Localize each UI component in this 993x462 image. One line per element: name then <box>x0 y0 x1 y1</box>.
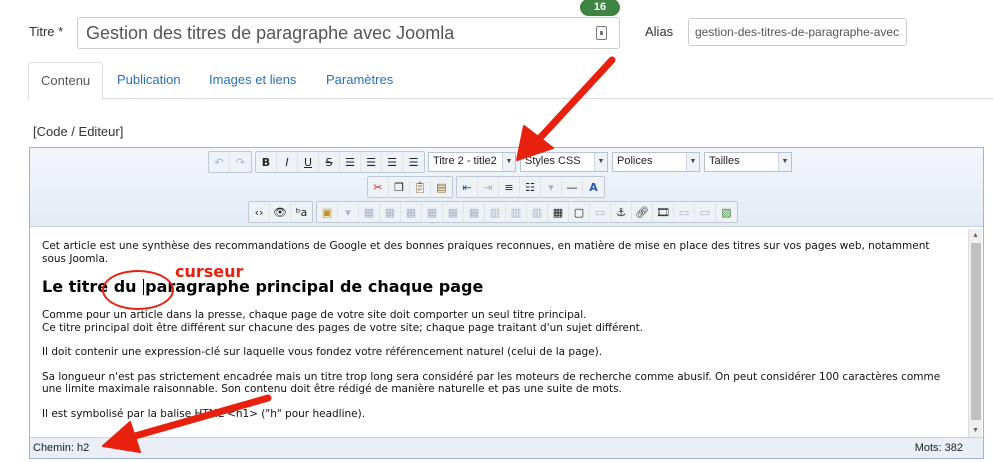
format-select-value: Titre 2 - title2 <box>433 155 497 167</box>
cursor-highlight-circle <box>102 270 174 310</box>
delete-row-icon[interactable]: ▦ <box>464 202 485 222</box>
split-cells-icon[interactable]: ▭ <box>590 202 611 222</box>
scroll-down-icon[interactable]: ▼ <box>972 427 979 434</box>
indent-icon[interactable]: ⇥ <box>478 177 499 197</box>
insert-row-before-icon[interactable]: ▦ <box>422 202 443 222</box>
scroll-up-icon[interactable]: ▲ <box>972 232 979 239</box>
paragraph-1: Comme pour un article dans la presse, ch… <box>42 309 955 334</box>
align-left-icon[interactable]: ☰ <box>340 152 361 172</box>
tab-images-liens[interactable]: Images et liens <box>197 62 308 99</box>
remove-format-icon[interactable]: A <box>583 177 604 197</box>
paste-text-icon[interactable]: ▤ <box>431 177 452 197</box>
title-label: Titre * <box>29 24 64 39</box>
editor-content[interactable]: Cet article est une synthèse des recomma… <box>30 228 967 437</box>
cut-icon[interactable]: ✂ <box>368 177 389 197</box>
link-icon[interactable]: 🔗︎ <box>632 202 653 222</box>
horizontal-rule-icon[interactable]: — <box>562 177 583 197</box>
style-props-icon[interactable]: ▣ <box>317 202 338 222</box>
delete-table-icon[interactable]: ▦ <box>359 202 380 222</box>
article-edit-page: Titre * Gestion des titres de paragraphe… <box>0 0 993 462</box>
heading-h2: Le titre du paragraphe principal de chaq… <box>42 279 955 295</box>
paragraph-4: Il est symbolisé par la balise HTML <h1>… <box>42 407 366 420</box>
styles-select-value: Styles CSS <box>525 155 581 167</box>
chevron-down-icon: ▼ <box>594 153 607 171</box>
chevron-down-icon: ▼ <box>686 153 699 171</box>
find-icon[interactable]: 👁︎ <box>270 202 291 222</box>
insert-col-after-icon[interactable]: ▥ <box>506 202 527 222</box>
chevron-down-icon: ▼ <box>778 153 791 171</box>
sup-icon[interactable]: ▭ <box>674 202 695 222</box>
visual-aid-icon[interactable]: ▦ <box>548 202 569 222</box>
outdent-icon[interactable]: ⇤ <box>457 177 478 197</box>
paragraph-2: Il doit contenir une expression-clé sur … <box>42 346 603 358</box>
undo-icon[interactable]: ↶ <box>209 152 230 172</box>
copy-icon[interactable]: ❐ <box>389 177 410 197</box>
delete-col-icon[interactable]: ▥ <box>527 202 548 222</box>
tab-contenu[interactable]: Contenu <box>28 62 104 100</box>
cursor-annotation-label: curseur <box>175 262 244 281</box>
rich-text-editor: ↶ ↷ B I U S ☰ ☰ ☰ ☰ Titre 2 - title2 ▼ S… <box>29 147 984 459</box>
styles-select[interactable]: Styles CSS ▼ <box>520 152 608 172</box>
editor-scrollbar[interactable]: ▲ ▼ <box>968 229 982 437</box>
align-justify-icon[interactable]: ☰ <box>403 152 424 172</box>
editor-tabs: Contenu Publication Images et liens Para… <box>28 62 993 100</box>
word-count: Mots: 382 <box>914 442 963 454</box>
bold-button[interactable]: B <box>256 152 277 172</box>
fonts-select-value: Polices <box>617 155 653 167</box>
paste-icon[interactable]: 📋︎ <box>410 177 431 197</box>
editor-toolbar: ↶ ↷ B I U S ☰ ☰ ☰ ☰ Titre 2 - title2 ▼ S… <box>30 148 983 227</box>
paragraph-3: Sa longueur n'est pas strictement encadr… <box>42 370 941 396</box>
bullet-list-icon[interactable]: ☷ <box>520 177 541 197</box>
sizes-select-value: Tailles <box>709 155 740 167</box>
element-path[interactable]: Chemin: h2 <box>33 442 89 454</box>
tab-parametres[interactable]: Paramètres <box>314 62 405 99</box>
chevron-down-icon: ▼ <box>502 153 515 171</box>
insert-col-before-icon[interactable]: ▥ <box>485 202 506 222</box>
media-icon[interactable]: 🎞︎ <box>653 202 674 222</box>
underline-button[interactable]: U <box>298 152 319 172</box>
redo-icon[interactable]: ↷ <box>230 152 251 172</box>
table-row-props-icon[interactable]: ▦ <box>380 202 401 222</box>
tab-publication[interactable]: Publication <box>105 62 193 99</box>
scrollbar-thumb[interactable] <box>971 243 981 420</box>
html-source-icon[interactable]: ‹› <box>249 202 270 222</box>
table-cell-props-icon[interactable]: ▦ <box>401 202 422 222</box>
sub-icon[interactable]: ▭ <box>695 202 716 222</box>
alias-label: Alias <box>645 24 674 39</box>
strikethrough-button[interactable]: S <box>319 152 340 172</box>
replace-icon[interactable]: ᵇa <box>291 202 312 222</box>
title-input[interactable]: Gestion des titres de paragraphe avec Jo… <box>77 17 620 49</box>
image-icon[interactable]: ▧ <box>716 202 737 222</box>
numbered-list-icon[interactable]: ≡ <box>499 177 520 197</box>
fonts-select[interactable]: Polices ▼ <box>612 152 700 172</box>
paragraph-1-line-2: Ce titre principal doit être différent s… <box>42 321 644 334</box>
sizes-select[interactable]: Tailles ▼ <box>704 152 792 172</box>
code-editor-toggle[interactable]: [Code / Editeur] <box>33 124 123 139</box>
char-counter-badge: 16 <box>580 0 620 16</box>
lock-icon <box>596 26 607 40</box>
paragraph-1-line-1: Comme pour un article dans la presse, ch… <box>42 309 587 321</box>
chevron-down-icon[interactable]: ▾ <box>338 202 359 222</box>
title-value: Gestion des titres de paragraphe avec Jo… <box>86 23 455 43</box>
alias-input[interactable]: gestion-des-titres-de-paragraphe-avec <box>688 18 907 46</box>
text-color-icon[interactable]: ▾ <box>541 177 562 197</box>
italic-button[interactable]: I <box>277 152 298 172</box>
insert-row-after-icon[interactable]: ▦ <box>443 202 464 222</box>
align-center-icon[interactable]: ☰ <box>361 152 382 172</box>
editor-statusbar: Chemin: h2 Mots: 382 <box>30 437 983 458</box>
anchor-icon[interactable]: ⚓ <box>611 202 632 222</box>
merge-cells-icon[interactable]: ▢ <box>569 202 590 222</box>
align-right-icon[interactable]: ☰ <box>382 152 403 172</box>
format-select[interactable]: Titre 2 - title2 ▼ <box>428 152 516 172</box>
